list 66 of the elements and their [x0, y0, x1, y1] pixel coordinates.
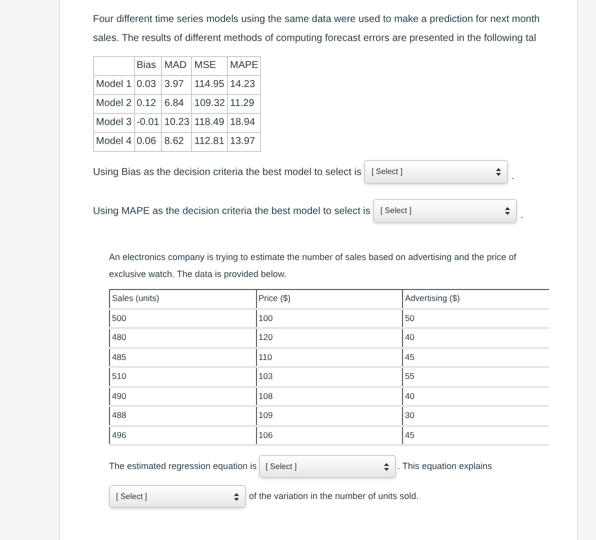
table-cell: 114.95 [192, 76, 228, 94]
table-cell: 0.12 [134, 94, 162, 114]
table-cell: Model 3 [94, 114, 134, 132]
table-cell: 112.81 [192, 132, 228, 152]
table-cell: 45 [402, 348, 549, 367]
sort-arrows-icon [234, 492, 239, 500]
table-cell: Model 2 [94, 94, 134, 114]
period-text: . [520, 209, 524, 223]
table-cell: 14.23 [228, 76, 261, 94]
question-text: Using MAPE as the decision criteria the best model to select is [93, 204, 370, 218]
question-text: Using Bias as the decision criteria the best model to select is [93, 166, 362, 180]
column-header: Advertising ($) [402, 290, 549, 308]
table-cell: 13.97 [228, 132, 261, 152]
select-dropdown[interactable]: [ Select ] [373, 199, 518, 223]
table-cell: 100 [256, 308, 402, 328]
select-dropdown[interactable]: [ Select ] [364, 160, 508, 184]
sort-arrows-icon [496, 168, 502, 176]
column-header: MAD [162, 56, 192, 76]
table-cell: 496 [110, 426, 256, 445]
question-text: Four different time series models using the same data were used to make a prediction for next month [93, 13, 541, 27]
select-dropdown[interactable]: [ Select ] [258, 455, 396, 478]
question-text: . This equation explains [398, 460, 492, 473]
table-cell: 55 [402, 367, 549, 386]
sort-arrows-icon [384, 462, 389, 470]
table-cell: 103 [256, 367, 402, 386]
table-cell: 6.84 [162, 94, 192, 114]
table-cell: 110 [256, 348, 402, 367]
column-header: Sales (units) [110, 290, 256, 308]
table-cell: 106 [256, 426, 402, 445]
table-cell: 108 [256, 386, 402, 406]
table-cell: 11.29 [228, 94, 261, 114]
table-cell: 485 [110, 348, 256, 367]
table-cell: Model 4 [94, 132, 134, 152]
sort-arrows-icon [505, 207, 510, 215]
table-cell: 488 [110, 406, 256, 426]
table-cell: 18.94 [228, 114, 261, 132]
table-cell: 500 [110, 308, 256, 328]
table-cell: 109.32 [192, 94, 228, 114]
table-cell: 118.49 [192, 114, 228, 132]
table-cell: 50 [402, 308, 549, 328]
table-cell: 109 [256, 406, 402, 426]
table-cell: 40 [402, 386, 549, 406]
table-cell: 40 [402, 328, 549, 348]
column-header: Bias [134, 56, 162, 76]
column-header: MSE [192, 56, 228, 76]
period-text: . [511, 170, 514, 184]
table-cell: 0.03 [134, 76, 162, 94]
table-cell: 8.62 [162, 132, 192, 152]
question-text: of the variation in the number of units sold. [249, 490, 419, 503]
question-text: The estimated regression equation is [109, 460, 257, 473]
table-cell: 3.97 [162, 76, 192, 94]
table-cell: 45 [402, 426, 549, 445]
table-cell: 480 [110, 328, 256, 348]
table-cell: 490 [110, 386, 256, 406]
table-cell: 0.06 [134, 132, 162, 152]
table-cell: -0.01 [134, 114, 162, 132]
select-dropdown[interactable]: [ Select ] [109, 485, 246, 508]
question-text: sales. The results of different methods of computing forecast errors are presented in the following tal [93, 32, 538, 46]
table-cell: 120 [256, 328, 402, 348]
table-cell: Model 1 [94, 76, 134, 94]
column-header: Price ($) [256, 290, 402, 308]
column-header: MAPE [228, 56, 261, 76]
table-cell: 510 [110, 367, 256, 386]
table-cell: 10.23 [162, 114, 192, 132]
question-text: An electronics company is trying to estimate the number of sales based on advertising and the price of exclusive watch. The data is provided below. [109, 251, 518, 281]
table-cell: 30 [402, 406, 549, 426]
